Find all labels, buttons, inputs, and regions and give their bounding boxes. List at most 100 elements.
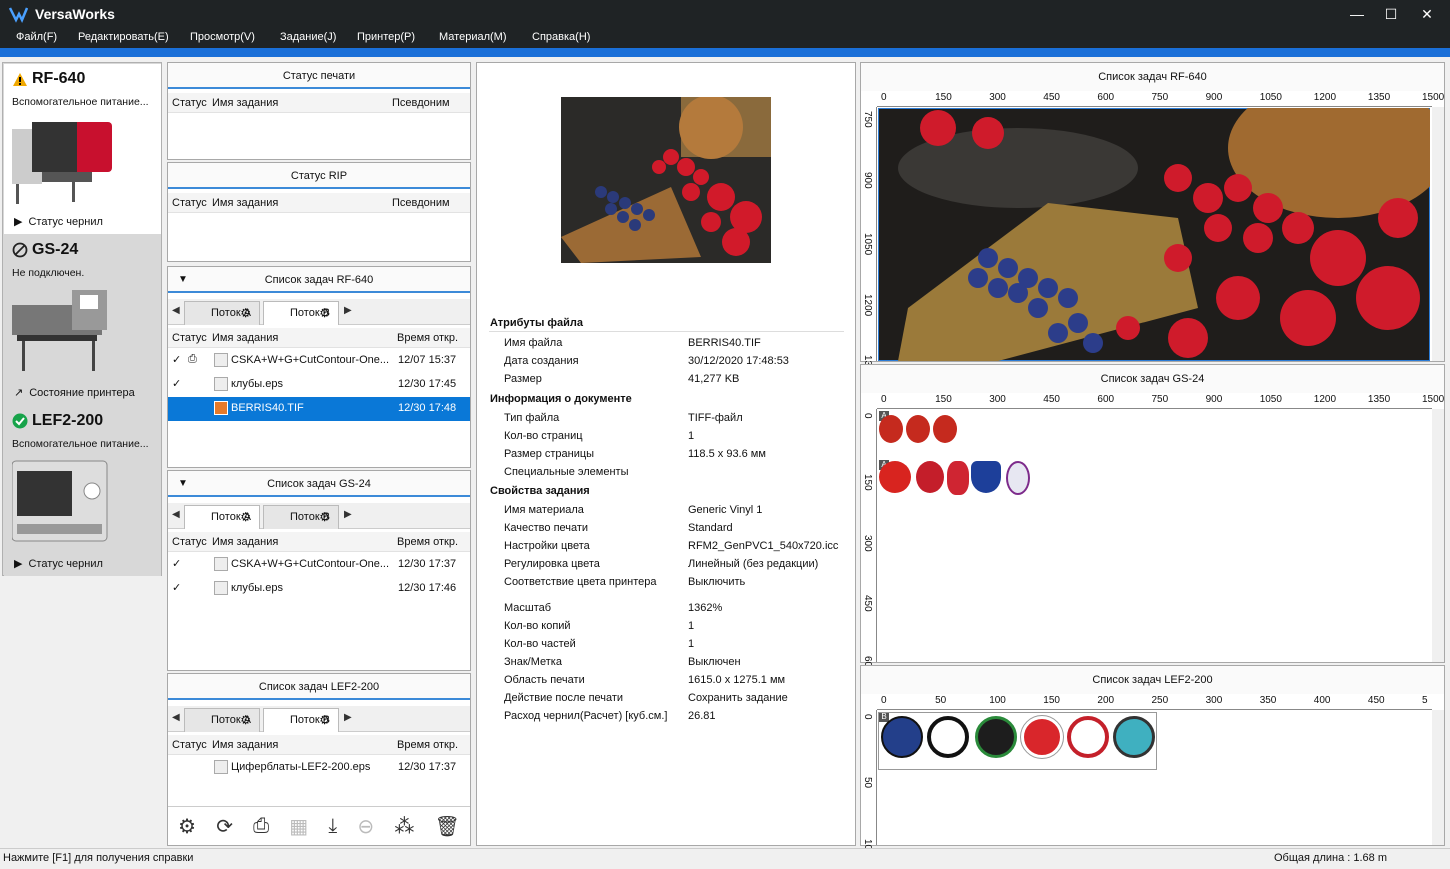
ruler-tick-label: 1500 — [1422, 394, 1445, 405]
vertical-scrollbar[interactable] — [1432, 710, 1444, 845]
col-job-name[interactable]: Имя задания — [212, 332, 278, 344]
rip-spinner-icon[interactable]: ⁂ — [394, 814, 414, 839]
logo-thumbnail[interactable] — [947, 461, 969, 495]
gear-icon[interactable]: ⚙ — [240, 709, 251, 731]
printer-list: RF-640 Вспомогательное питание... ▶ Стату… — [2, 62, 162, 576]
menu-job[interactable]: Задание(J) — [280, 31, 336, 43]
ink-status-link[interactable]: ▶ Статус чернил — [14, 215, 103, 229]
table-row[interactable]: ✓ клубы.eps 12/30 17:46 — [168, 577, 470, 601]
table-row[interactable]: ✓ CSKA+W+G+CutContour-One... 12/30 17:37 — [168, 553, 470, 577]
clock-thumbnail[interactable] — [881, 716, 923, 758]
gear-icon[interactable]: ⚙ — [319, 302, 330, 324]
ink-status-link[interactable]: ▶ Статус чернил — [14, 557, 103, 571]
collapse-icon[interactable]: ▼ — [178, 267, 188, 293]
layout-image-preview[interactable] — [878, 108, 1430, 361]
scroll-right-icon[interactable]: ▶ — [344, 712, 352, 723]
trash-icon[interactable]: 🗑 — [435, 814, 460, 839]
table-row[interactable]: ✓ ⎙ CSKA+W+G+CutContour-One... 12/07 15:… — [168, 349, 470, 373]
attribute-value: Сохранить задание — [688, 692, 788, 704]
logo-thumbnail[interactable] — [906, 415, 930, 443]
queue-panel-gs24: ▼ Список задач GS-24 ◀ Поток A ⚙ Поток B ⚙… — [167, 470, 471, 671]
clock-thumbnail[interactable] — [927, 716, 969, 758]
menu-material[interactable]: Материал(M) — [439, 31, 506, 43]
menu-help[interactable]: Справка(H) — [532, 31, 590, 43]
printer-card-rf640[interactable]: RF-640 Вспомогательное питание... ▶ Стату… — [4, 64, 161, 234]
tab-queue-b[interactable]: Поток B ⚙ — [263, 505, 339, 529]
col-open-time[interactable]: Время откр. — [397, 739, 458, 751]
scroll-right-icon[interactable]: ▶ — [344, 305, 352, 316]
col-status[interactable]: Статус — [172, 197, 207, 209]
close-button[interactable]: ✕ — [1412, 4, 1442, 24]
scroll-left-icon[interactable]: ◀ — [172, 305, 180, 316]
logo-thumbnail[interactable] — [1006, 461, 1030, 495]
gear-icon[interactable]: ⚙ — [319, 506, 330, 528]
table-row[interactable]: Циферблаты-LEF2-200.eps 12/30 17:37 — [168, 756, 470, 780]
printer-card-lef2[interactable]: LEF2-200 Вспомогательное питание... ▶ Ста… — [4, 406, 161, 576]
ruler-tick-label: 750 — [862, 111, 873, 128]
refresh-icon[interactable]: ⟳ — [216, 814, 233, 839]
vertical-scrollbar[interactable] — [1432, 409, 1444, 662]
clock-thumbnail[interactable] — [1067, 716, 1109, 758]
table-row[interactable]: ✓ клубы.eps 12/30 17:45 — [168, 373, 470, 397]
col-job-name[interactable]: Имя задания — [212, 536, 278, 548]
col-status[interactable]: Статус — [172, 97, 207, 109]
tab-queue-a[interactable]: Поток A ⚙ — [184, 708, 260, 732]
gear-icon[interactable]: ⚙ — [240, 506, 251, 528]
logo-thumbnail[interactable] — [971, 461, 1001, 493]
tab-queue-a[interactable]: Поток A ⚙ — [184, 301, 260, 325]
col-alias[interactable]: Псевдоним — [392, 197, 450, 209]
logo-thumbnail[interactable] — [916, 461, 944, 493]
menu-printer[interactable]: Принтер(P) — [357, 31, 415, 43]
col-status[interactable]: Статус — [172, 536, 207, 548]
col-job-name[interactable]: Имя задания — [212, 97, 278, 109]
clock-thumbnail[interactable] — [975, 716, 1017, 758]
panel-title: Статус RIP — [168, 163, 470, 189]
logo-thumbnail[interactable] — [879, 461, 911, 493]
gear-icon[interactable]: ⚙ — [319, 709, 330, 731]
scroll-right-icon[interactable]: ▶ — [344, 509, 352, 520]
tab-queue-b[interactable]: Поток B ⚙ — [263, 301, 339, 325]
menu-file[interactable]: Файл(F) — [16, 31, 57, 43]
table-row-selected[interactable]: BERRIS40.TIF 12/30 17:48 — [168, 397, 470, 421]
vertical-scrollbar[interactable] — [1432, 107, 1444, 361]
printer-card-gs24[interactable]: GS-24 Не подключен. ↗ Состояние принтера — [4, 235, 161, 405]
horizontal-ruler: 0 150 300 450 600 750 900 1050 1200 1350 1500 — [877, 91, 1444, 107]
ruler-tick-label: 750 — [1151, 92, 1169, 103]
minimize-button[interactable]: — — [1342, 4, 1372, 24]
gear-icon[interactable]: ⚙ — [240, 302, 251, 324]
cancel-icon[interactable]: ⊖ — [357, 814, 374, 839]
settings-gear-icon[interactable]: ⚙ — [178, 814, 196, 839]
printer-state-link[interactable]: ↗ Состояние принтера — [14, 386, 135, 400]
tab-queue-a[interactable]: Поток A ⚙ — [184, 505, 260, 529]
ruler-tick-label: 400 — [1313, 695, 1331, 706]
scroll-left-icon[interactable]: ◀ — [172, 712, 180, 723]
col-open-time[interactable]: Время откр. — [397, 332, 458, 344]
col-job-name[interactable]: Имя задания — [212, 739, 278, 751]
image-file-icon — [214, 401, 228, 415]
menu-edit[interactable]: Редактировать(E) — [78, 31, 169, 43]
clock-thumbnail[interactable] — [1113, 716, 1155, 758]
ruler-tick-label: 1050 — [1259, 394, 1282, 405]
col-open-time[interactable]: Время откр. — [397, 536, 458, 548]
clock-thumbnail[interactable] — [1020, 715, 1064, 759]
col-job-name[interactable]: Имя задания — [212, 197, 278, 209]
layout-icon[interactable]: ▦ — [289, 814, 308, 839]
col-status[interactable]: Статус — [172, 739, 207, 751]
ruler-tick-label: 300 — [1205, 695, 1223, 706]
section-heading: Атрибуты файла — [490, 317, 584, 329]
job-time: 12/07 15:37 — [398, 354, 457, 366]
collapse-icon[interactable]: ▼ — [178, 471, 188, 497]
maximize-button[interactable]: ☐ — [1376, 4, 1406, 24]
ruler-tick-label: 1350 — [1367, 394, 1391, 405]
scroll-left-icon[interactable]: ◀ — [172, 509, 180, 520]
menu-view[interactable]: Просмотр(V) — [190, 31, 255, 43]
download-icon[interactable]: ⤓ — [328, 815, 337, 838]
logo-thumbnail[interactable] — [933, 415, 957, 443]
attribute-label: Регулировка цвета — [504, 558, 600, 570]
tab-queue-b[interactable]: Поток B ⚙ — [263, 708, 339, 732]
col-alias[interactable]: Псевдоним — [392, 97, 450, 109]
col-status[interactable]: Статус — [172, 332, 207, 344]
print-icon[interactable]: ⎙ — [253, 815, 269, 838]
expand-arrow-icon: ▶ — [14, 558, 23, 570]
logo-thumbnail[interactable] — [879, 415, 903, 443]
